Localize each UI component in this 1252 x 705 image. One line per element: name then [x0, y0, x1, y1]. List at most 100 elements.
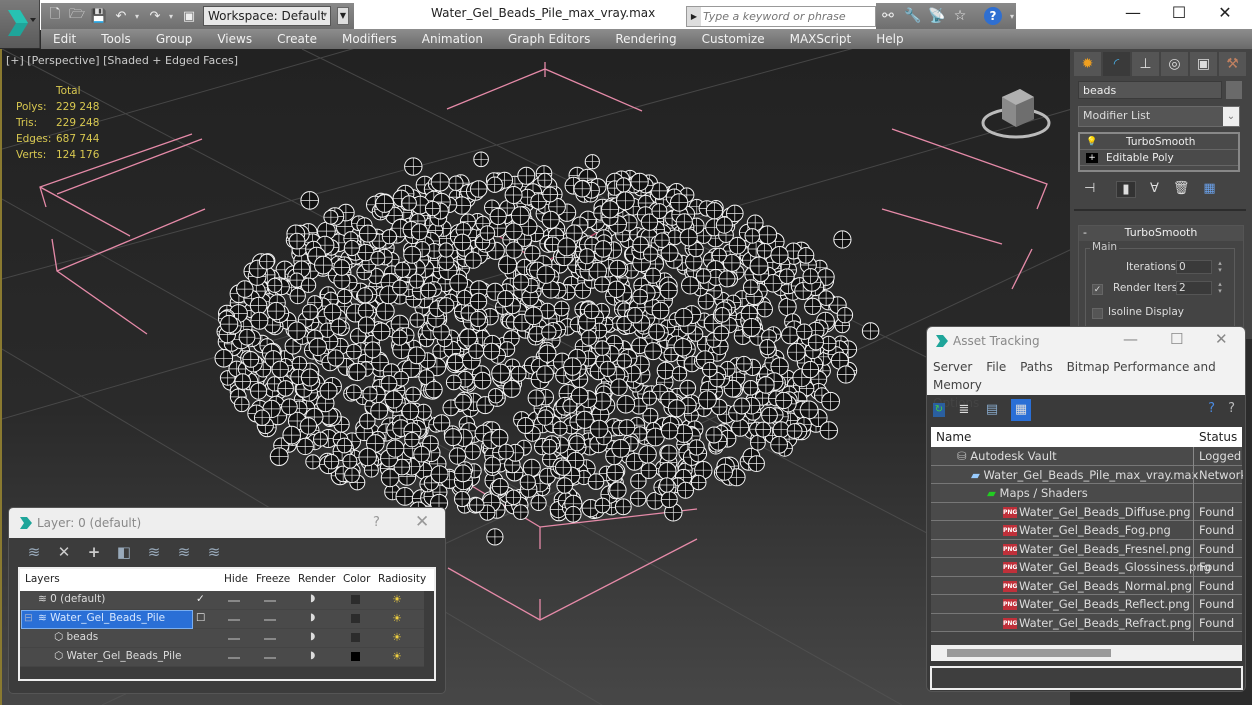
utilities-tab[interactable]: ⚒ [1219, 52, 1246, 76]
maximize-button[interactable]: ☐ [1156, 0, 1202, 28]
close-button[interactable]: ✕ [415, 512, 429, 532]
layer-row-selected[interactable]: ⊟ ≋ Water_Gel_Beads_Pile ☐ ◗ ☀ [20, 610, 424, 629]
select-layer-icon[interactable]: ≋ [145, 543, 163, 561]
minimize-button[interactable]: — [1110, 0, 1156, 28]
dialog-title-bar[interactable]: Asset Tracking — ☐ ✕ [927, 327, 1245, 355]
object-row[interactable]: ⬡ beads ◗ ☀ [20, 629, 424, 648]
maximize-button[interactable]: ☐ [1170, 330, 1183, 348]
layer-color-swatch[interactable] [351, 614, 360, 626]
radiosity-bulb-icon[interactable]: ☀ [392, 631, 402, 644]
column-freeze[interactable]: Freeze [256, 573, 290, 585]
menu-modifiers[interactable]: Modifiers [342, 32, 397, 46]
viewcube-icon[interactable] [980, 79, 1052, 141]
menu-edit[interactable]: Edit [53, 32, 76, 46]
open-folder-icon[interactable]: 🗁 [69, 7, 85, 24]
radiosity-bulb-icon[interactable]: ☀ [392, 593, 402, 606]
path-field[interactable] [930, 666, 1243, 690]
workspace-menu-button[interactable]: ▼ [337, 7, 349, 25]
viewport-label[interactable]: [+] [Perspective] [Shaded + Edged Faces] [6, 54, 238, 67]
help-dropdown-icon[interactable]: ▾ [1010, 12, 1014, 21]
menu-file[interactable]: File [986, 360, 1006, 374]
undo-dropdown-icon[interactable]: ▾ [135, 12, 141, 21]
menu-animation[interactable]: Animation [422, 32, 483, 46]
asset-row[interactable]: PNG Water_Gel_Beads_Normal.png Found [931, 576, 1242, 595]
star-icon[interactable]: ☆ [952, 8, 968, 24]
lightbulb-icon[interactable]: 💡 [1086, 137, 1098, 147]
close-button[interactable]: ✕ [1215, 330, 1228, 348]
show-end-result-icon[interactable]: ▮ [1116, 181, 1136, 198]
hide-toggle[interactable] [228, 614, 240, 626]
help-button[interactable]: ? [373, 515, 380, 530]
asset-row[interactable]: PNG Water_Gel_Beads_Refract.png Found [931, 613, 1242, 632]
configure-sets-icon[interactable]: ▦ [1203, 181, 1215, 198]
menu-create[interactable]: Create [277, 32, 317, 46]
save-icon[interactable]: 💾 [91, 8, 107, 24]
asset-row[interactable]: PNG Water_Gel_Beads_Fog.png Found [931, 521, 1242, 540]
menu-bitmap-performance[interactable]: Bitmap Performance and Memory [933, 360, 1216, 392]
motion-tab[interactable]: ◎ [1161, 52, 1188, 76]
expand-toggle-icon[interactable]: ⊟ [24, 612, 33, 624]
asset-row[interactable]: PNG Water_Gel_Beads_Glossiness.png Found [931, 558, 1242, 577]
object-color-swatch[interactable] [351, 652, 360, 664]
delete-layer-icon[interactable]: ✕ [55, 543, 73, 561]
asset-row[interactable]: PNG Water_Gel_Beads_Fresnel.png Found [931, 539, 1242, 558]
column-layers[interactable]: Layers [25, 573, 60, 585]
key-icon[interactable]: 🔧 [904, 8, 921, 24]
stack-item-editable-poly[interactable]: + Editable Poly [1080, 150, 1238, 166]
freeze-toggle[interactable] [264, 614, 276, 626]
make-unique-icon[interactable]: ∀ [1150, 181, 1159, 198]
asset-row[interactable]: ▰ Maps / Shaders [931, 484, 1242, 503]
binoculars-icon[interactable]: ⚯ [880, 8, 896, 24]
menu-group[interactable]: Group [156, 32, 193, 46]
menu-views[interactable]: Views [217, 32, 252, 46]
column-name[interactable]: Name [936, 430, 971, 444]
object-name-field[interactable] [1078, 81, 1222, 99]
display-tab[interactable]: ▣ [1190, 52, 1217, 76]
asset-row[interactable]: PNG Water_Gel_Beads_Reflect.png Found [931, 595, 1242, 614]
menu-graph-editors[interactable]: Graph Editors [508, 32, 590, 46]
menu-server[interactable]: Server [933, 360, 972, 374]
radiosity-bulb-icon[interactable]: ☀ [392, 650, 402, 663]
column-hide[interactable]: Hide [224, 573, 248, 585]
vault-help-icon[interactable]: ? [1208, 401, 1215, 416]
stack-item-turbosmooth[interactable]: 💡 TurboSmooth [1080, 134, 1238, 150]
expand-box-icon[interactable]: + [1086, 152, 1098, 163]
remove-modifier-icon[interactable]: 🗑 [1173, 181, 1190, 198]
freeze-toggle[interactable] [264, 652, 276, 664]
freeze-toggle[interactable] [264, 595, 276, 607]
satellite-icon[interactable]: 📡 [928, 8, 945, 24]
asset-row[interactable]: ⛁ Autodesk Vault Logged [931, 447, 1242, 466]
object-color-swatch[interactable] [1226, 81, 1242, 99]
layer-color-swatch[interactable] [351, 595, 360, 607]
add-to-layer-icon[interactable]: + [85, 543, 103, 561]
help-icon[interactable]: ? [1228, 401, 1235, 416]
table-view-icon[interactable]: ▦ [1011, 399, 1031, 421]
scrollbar-thumb[interactable] [947, 649, 1111, 657]
new-file-icon[interactable]: 🗋 [47, 7, 63, 24]
object-row[interactable]: ⬡ Water_Gel_Beads_Pile ◗ ☀ [20, 648, 424, 667]
asset-row[interactable]: ▰ Water_Gel_Beads_Pile_max_vray.max Netw… [931, 465, 1243, 484]
menu-customize[interactable]: Customize [702, 32, 765, 46]
select-objects-icon[interactable]: ◧ [115, 543, 133, 561]
dialog-title-bar[interactable]: Layer: 0 (default) ? ✕ [9, 508, 445, 538]
redo-dropdown-icon[interactable]: ▾ [169, 12, 175, 21]
search-input[interactable] [703, 8, 873, 25]
freeze-toggle[interactable] [264, 633, 276, 645]
workspace-dropdown[interactable]: Workspace: Default ▾ [203, 6, 331, 26]
project-folder-icon[interactable]: ▣ [181, 8, 197, 24]
isoline-display-checkbox[interactable] [1092, 308, 1103, 319]
render-teapot-icon[interactable]: ◗ [310, 650, 315, 661]
render-iters-checkbox[interactable]: ✓ [1092, 284, 1103, 295]
list-view-icon[interactable]: ≣ [955, 401, 973, 419]
app-menu-button[interactable] [0, 0, 40, 48]
horizontal-scrollbar[interactable] [931, 645, 1242, 661]
hierarchy-tab[interactable]: ⊥ [1132, 52, 1159, 76]
menu-rendering[interactable]: Rendering [615, 32, 676, 46]
menu-tools[interactable]: Tools [101, 32, 131, 46]
object-color-swatch[interactable] [351, 633, 360, 645]
current-layer-check[interactable]: ✓ [196, 593, 205, 605]
highlight-layer-icon[interactable]: ≋ [175, 543, 193, 561]
render-teapot-icon[interactable]: ◗ [310, 631, 315, 642]
hide-toggle[interactable] [228, 652, 240, 664]
render-teapot-icon[interactable]: ◗ [310, 593, 315, 604]
